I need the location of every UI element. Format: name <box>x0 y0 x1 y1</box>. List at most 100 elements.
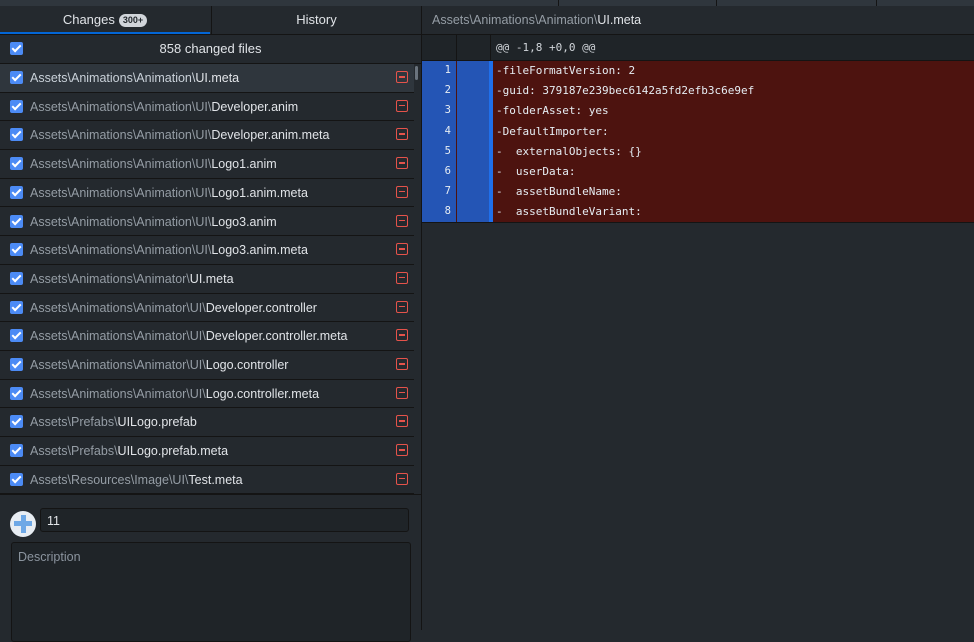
file-checkbox[interactable] <box>10 71 23 84</box>
file-name: UI.meta <box>195 71 240 85</box>
file-path: Assets\Resources\Image\UI\Test.meta <box>30 466 243 494</box>
commit-summary-value: 11 <box>47 514 60 528</box>
file-name: UI.meta <box>189 271 234 286</box>
file-row[interactable]: Assets\Animations\Animation\UI\Logo3.ani… <box>0 208 414 237</box>
file-row[interactable]: Assets\Animations\Animator\UI\Logo.contr… <box>0 351 414 380</box>
file-checkbox[interactable] <box>10 271 23 285</box>
changed-files-list[interactable]: Assets\Animations\Animation\UI.meta Asset… <box>0 64 421 494</box>
old-line-number: 4 <box>422 121 456 142</box>
deleted-status-icon <box>396 300 408 313</box>
diff-line-deleted[interactable]: 3 -folderAsset: yes <box>422 101 974 122</box>
file-dir: Assets\Animations\Animation\UI\ <box>30 157 212 172</box>
file-dir: Assets\Prefabs\ <box>30 444 118 459</box>
file-row[interactable]: Assets\Prefabs\UILogo.prefab.meta <box>0 437 414 466</box>
file-checkbox[interactable] <box>10 243 23 257</box>
file-name: Logo3.anim <box>211 214 277 229</box>
file-dir: Assets\Animations\Animator\ <box>30 271 190 286</box>
file-row[interactable]: Assets\Animations\Animation\UI\Logo1.ani… <box>0 179 414 208</box>
file-dir: Assets\Animations\Animator\UI\ <box>30 329 206 344</box>
file-checkbox[interactable] <box>10 444 23 458</box>
file-row[interactable]: Assets\Resources\Image\UI\Test.meta <box>0 466 414 494</box>
line-select-bar <box>489 101 493 122</box>
diff-line-deleted[interactable]: 7 - assetBundleName: <box>422 182 974 203</box>
deleted-status-icon <box>396 358 408 370</box>
file-checkbox[interactable] <box>10 185 23 199</box>
tab-bar: Changes 300+ History <box>0 6 421 35</box>
file-row[interactable]: Assets\Animations\Animation\UI\Developer… <box>0 121 414 151</box>
file-checkbox[interactable] <box>10 214 23 228</box>
file-row[interactable]: Assets\Animations\Animation\UI\Logo1.ani… <box>0 150 414 179</box>
file-name: Logo1.anim.meta <box>211 185 308 200</box>
file-path: Assets\Prefabs\UILogo.prefab <box>30 408 197 436</box>
new-line-number <box>457 121 489 142</box>
file-path: Assets\Animations\Animator\UI\Logo.contr… <box>30 351 288 379</box>
file-row[interactable]: Assets\Animations\Animator\UI.meta <box>0 265 414 294</box>
file-path: Assets\Animations\Animation\UI\Logo3.ani… <box>30 208 277 236</box>
file-name: Test.meta <box>188 472 243 487</box>
file-dir: Assets\Animations\Animation\UI\ <box>30 243 212 258</box>
file-path: Assets\Animations\Animator\UI\Developer.… <box>30 322 348 350</box>
diff-line-deleted[interactable]: 1 -fileFormatVersion: 2 <box>422 61 974 82</box>
old-line-number: 3 <box>422 101 456 122</box>
diff-line-deleted[interactable]: 4 -DefaultImporter: <box>422 121 974 142</box>
file-row[interactable]: Assets\Animations\Animator\UI\Logo.contr… <box>0 380 414 409</box>
deleted-status-icon <box>396 329 408 342</box>
file-checkbox[interactable] <box>10 415 23 429</box>
commit-description-input[interactable]: Description <box>11 542 411 642</box>
old-line-number: 7 <box>422 182 456 203</box>
file-list-scrollbar[interactable] <box>414 64 421 494</box>
diff-line-deleted[interactable]: 8 - assetBundleVariant: <box>422 202 974 223</box>
diff-line-text: - assetBundleVariant: <box>496 205 642 219</box>
deleted-status-icon <box>396 243 408 256</box>
file-name: Developer.anim.meta <box>211 128 330 143</box>
file-checkbox[interactable] <box>10 300 23 314</box>
file-path: Assets\Animations\Animation\UI\Logo1.ani… <box>30 150 277 178</box>
tab-changes[interactable]: Changes 300+ <box>0 6 210 34</box>
diff-line-text: -DefaultImporter: <box>496 124 609 138</box>
file-name: UILogo.prefab.meta <box>117 444 229 459</box>
file-checkbox[interactable] <box>10 329 23 343</box>
file-checkbox[interactable] <box>10 358 23 371</box>
file-dir: Assets\Animations\Animation\UI\ <box>30 99 212 114</box>
changed-files-count: 858 changed files <box>159 41 262 56</box>
file-row[interactable]: Assets\Animations\Animation\UI\Developer… <box>0 93 414 122</box>
diff-line-text: -fileFormatVersion: 2 <box>496 64 636 77</box>
tab-history[interactable]: History <box>211 6 421 34</box>
file-checkbox[interactable] <box>10 128 23 142</box>
avatar <box>10 511 36 537</box>
file-checkbox[interactable] <box>10 472 23 486</box>
scrollbar-thumb[interactable] <box>415 66 418 80</box>
diff-file-name: UI.meta <box>597 13 642 27</box>
file-dir: Assets\Animations\Animation\UI\ <box>30 185 212 200</box>
old-line-number: 5 <box>422 141 456 162</box>
file-checkbox[interactable] <box>10 386 23 400</box>
file-name: UILogo.prefab <box>117 415 197 430</box>
deleted-status-icon <box>396 128 408 141</box>
diff-line-deleted[interactable]: 6 - userData: <box>422 162 974 183</box>
diff-panel: Assets\Animations\Animation\UI.meta @@ -… <box>422 6 974 630</box>
file-dir: Assets\Animations\Animation\UI\ <box>30 128 212 143</box>
file-checkbox[interactable] <box>10 157 23 171</box>
file-row[interactable]: Assets\Prefabs\UILogo.prefab <box>0 408 414 438</box>
file-checkbox[interactable] <box>10 99 23 113</box>
line-select-bar <box>489 81 493 102</box>
commit-summary-input[interactable]: 11 <box>40 508 409 532</box>
diff-line-deleted[interactable]: 5 - externalObjects: {} <box>422 141 974 162</box>
file-row[interactable]: Assets\Animations\Animation\UI.meta <box>0 64 414 93</box>
diff-line-deleted[interactable]: 2 -guid: 379187e239bec6142a5fd2efb3c6e9ef <box>422 81 974 102</box>
file-path: Assets\Animations\Animation\UI\Developer… <box>30 93 298 121</box>
file-row[interactable]: Assets\Animations\Animation\UI\Logo3.ani… <box>0 236 414 265</box>
file-row[interactable]: Assets\Animations\Animator\UI\Developer.… <box>0 294 414 323</box>
tab-history-label: History <box>296 12 337 27</box>
diff-line-text: - userData: <box>496 165 576 178</box>
file-name: Developer.controller.meta <box>205 329 348 344</box>
diff-line-text: -folderAsset: yes <box>496 104 609 118</box>
deleted-status-icon <box>396 157 408 170</box>
new-line-number <box>457 182 489 203</box>
hunk-header-text: @@ -1,8 +0,0 @@ <box>496 41 596 54</box>
deleted-status-icon <box>396 71 408 83</box>
old-line-number: 8 <box>422 202 456 223</box>
file-row[interactable]: Assets\Animations\Animator\UI\Developer.… <box>0 322 414 351</box>
deleted-status-icon <box>396 271 408 284</box>
old-line-number: 2 <box>422 81 456 102</box>
